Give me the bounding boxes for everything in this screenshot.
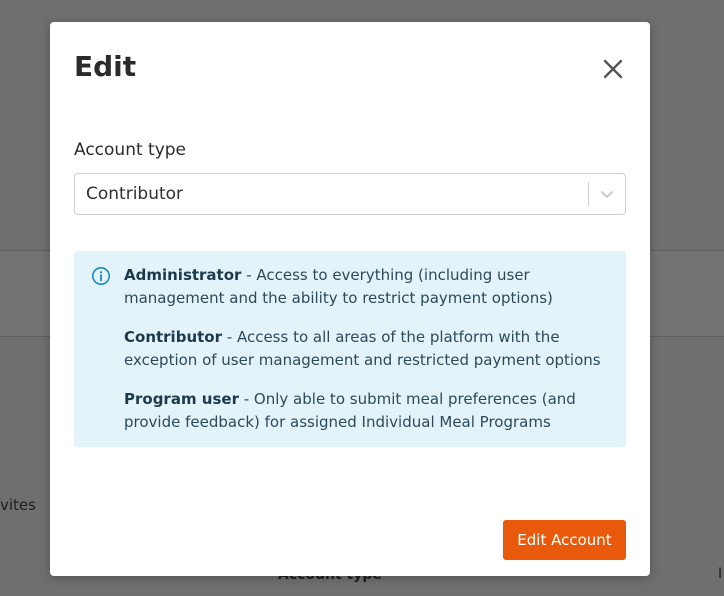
info-contributor: Contributor - Access to all areas of the… [124,326,614,372]
info-administrator: Administrator - Access to everything (in… [124,264,614,310]
account-type-select[interactable]: Contributor [74,173,626,215]
edit-modal: Edit Account type Contributor Administra… [50,22,650,576]
account-type-label: Account type [74,140,187,160]
close-icon [603,59,623,79]
modal-title: Edit [74,50,137,83]
info-program-user: Program user - Only able to submit meal … [124,388,614,434]
background-text-invites: vites [0,496,36,514]
close-button[interactable] [598,54,628,84]
info-role-program-user: Program user [124,390,239,408]
edit-account-button[interactable]: Edit Account [503,520,626,560]
info-icon [92,267,110,285]
account-type-info: Administrator - Access to everything (in… [74,251,626,447]
select-separator [588,182,589,206]
background-text-fragment: I [718,566,723,582]
info-role-administrator: Administrator [124,266,242,284]
chevron-down-icon[interactable] [599,186,615,202]
info-role-contributor: Contributor [124,328,222,346]
account-type-value: Contributor [86,184,184,204]
